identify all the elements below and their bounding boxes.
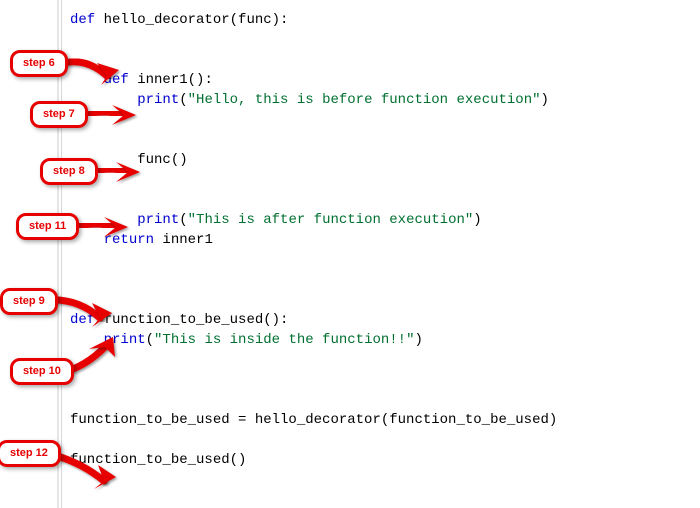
paren: ( [179,212,187,228]
callout-step-6: step 6 [10,50,68,77]
kw-print: print [137,212,179,228]
fn-name: function_to_be_used(): [95,312,288,328]
kw-def: def [104,72,129,88]
paren: ( [146,332,154,348]
string-literal: "This is inside the function!!" [154,332,414,348]
paren: ( [179,92,187,108]
callout-step-9: step 9 [0,288,58,315]
return-val: inner1 [154,232,213,248]
call-line: function_to_be_used() [70,452,246,468]
kw-print: print [137,92,179,108]
callout-step-10: step 10 [10,358,74,385]
assign-line: function_to_be_used = hello_decorator(fu… [70,412,557,428]
kw-return: return [104,232,154,248]
indent [70,332,104,348]
kw-def: def [70,312,95,328]
callout-step-8: step 8 [40,158,98,185]
callout-step-7: step 7 [30,101,88,128]
indent [70,212,137,228]
fn-name: hello_decorator(func): [95,12,288,28]
string-literal: "Hello, this is before function executio… [188,92,541,108]
fn-name: inner1(): [129,72,213,88]
code-block: def hello_decorator(func): def inner1():… [70,10,557,470]
string-literal: "This is after function execution" [188,212,474,228]
func-call: func() [137,152,187,168]
paren: ) [541,92,549,108]
code-editor: def hello_decorator(func): def inner1():… [0,0,700,508]
kw-print: print [104,332,146,348]
callout-step-11: step 11 [16,213,79,240]
callout-step-12: step 12 [0,440,61,467]
indent [70,72,104,88]
paren: ) [473,212,481,228]
kw-def: def [70,12,95,28]
paren: ) [414,332,422,348]
